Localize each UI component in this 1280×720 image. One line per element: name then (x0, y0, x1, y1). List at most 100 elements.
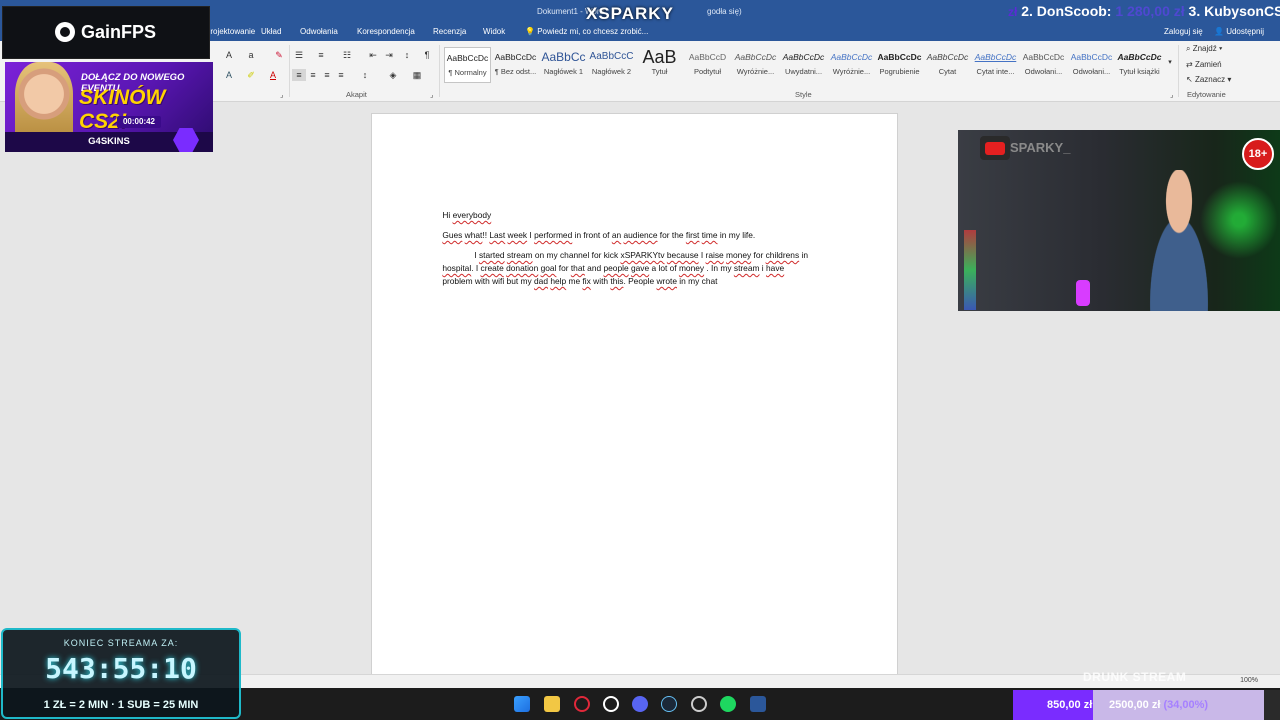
sign-in-link[interactable]: Zaloguj się (1164, 27, 1203, 36)
style-name: Wyróżnie... (832, 67, 871, 76)
file-explorer-icon[interactable] (544, 696, 560, 712)
paragraph-dialog-launcher[interactable]: ⌟ (430, 90, 434, 99)
select-label: Zaznacz (1194, 75, 1226, 84)
align-center-icon[interactable]: ≡ (306, 69, 320, 81)
goal-target-amount: 2500,00 zł (1109, 699, 1161, 711)
document-page[interactable]: Hi everybody Gues what!! Last week I per… (371, 113, 898, 679)
style-book-title[interactable]: AaBbCcDc Tytuł książki (1116, 47, 1163, 83)
replace-button[interactable]: ⇄ Zamień (1186, 60, 1222, 69)
style-subtitle[interactable]: AaBbCcD Podtytuł (684, 47, 731, 83)
justify-icon[interactable]: ≡ (334, 69, 348, 81)
tab-view[interactable]: Widok (483, 27, 505, 36)
text: . People (623, 276, 657, 286)
numbering-icon[interactable]: ≡ (314, 49, 328, 61)
style-heading-1[interactable]: AaBbCc Nagłówek 1 (540, 47, 587, 83)
tab-layout[interactable]: Układ (261, 27, 281, 36)
pilcrow-icon[interactable]: ¶ (420, 49, 434, 61)
style-name: Pogrubienie (879, 67, 920, 76)
shading-icon[interactable]: ◈ (386, 69, 400, 81)
style-strong[interactable]: AaBbCcDc Pogrubienie (876, 47, 923, 83)
style-intense-reference[interactable]: AaBbCcDc Odwołani... (1068, 47, 1115, 83)
goal-current: 850,00 zł (1047, 699, 1093, 711)
multilevel-list-icon[interactable]: ☷ (340, 49, 354, 61)
style-preview: AaBbCcDc (1022, 52, 1065, 62)
style-quote[interactable]: AaBbCcDc Cytat (924, 47, 971, 83)
steam-icon[interactable] (661, 696, 677, 712)
zoom-level[interactable]: 100% (1240, 677, 1258, 684)
font-color-icon[interactable]: A (266, 69, 280, 81)
misspelled-word: wrote (656, 276, 677, 286)
style-subtle-emphasis[interactable]: AaBbCcDc Wyróżnie... (732, 47, 779, 83)
style-emphasis[interactable]: AaBbCcDc Uwydatni... (780, 47, 827, 83)
steelseries-icon[interactable] (603, 696, 619, 712)
tell-me-text: Powiedz mi, co chcesz zrobić... (537, 27, 649, 36)
style-name: Wyróżnie... (736, 67, 775, 76)
style-heading-2[interactable]: AaBbCcC Nagłówek 2 (588, 47, 635, 83)
style-title[interactable]: AaB Tytuł (636, 47, 683, 83)
paragraph-3-line-3: problem with wifi but my dad help me fix… (433, 262, 717, 301)
countdown-time: 543:55:10 (45, 652, 197, 685)
style-preview: AaBbCcDc (877, 52, 922, 62)
tab-design[interactable]: Projektowanie (205, 27, 255, 36)
windows-start-icon[interactable] (514, 696, 530, 712)
separator (289, 45, 290, 97)
style-preview: AaBbCcDc (926, 52, 969, 62)
style-preview: AaB (642, 47, 677, 67)
line-spacing-icon[interactable]: ↕ (358, 69, 372, 81)
style-no-spacing[interactable]: AaBbCcDc ¶ Bez odst... (492, 47, 539, 83)
sort-icon[interactable]: ↕ (400, 49, 414, 61)
eraser-icon[interactable]: ✎ (272, 49, 286, 61)
separator (1178, 45, 1179, 97)
discord-icon[interactable] (632, 696, 648, 712)
style-normal[interactable]: AaBbCcDc ¶ Normalny (444, 47, 491, 83)
tab-review[interactable]: Recenzja (433, 27, 466, 36)
style-preview: AaBbCcDc (1070, 52, 1113, 62)
text: me (566, 276, 583, 286)
align-left-icon[interactable]: ≡ (292, 69, 306, 81)
style-subtle-reference[interactable]: AaBbCcDc Odwołani... (1020, 47, 1067, 83)
chevron-down-icon: ▾ (1216, 44, 1223, 53)
donation-ticker: zł 2. DonScoob: 1 280,00 zł 3. KubysonCS (1008, 3, 1280, 19)
borders-icon[interactable]: ▦ (410, 69, 424, 81)
share-button[interactable]: 👤 Udostępnij (1214, 27, 1264, 36)
obs-icon[interactable] (691, 696, 707, 712)
tab-mailings[interactable]: Korespondencja (357, 27, 415, 36)
spotify-icon[interactable] (720, 696, 736, 712)
select-button[interactable]: ↖ Zaznacz ▾ (1186, 75, 1231, 84)
styles-dialog-launcher[interactable]: ⌟ (1170, 90, 1174, 99)
clear-format-icon[interactable]: A (222, 49, 236, 61)
search-icon: ⌕ (1186, 44, 1193, 53)
font-dialog-launcher[interactable]: ⌟ (280, 90, 284, 99)
word-icon[interactable] (750, 696, 766, 712)
bullets-icon[interactable]: ☰ (292, 49, 306, 61)
style-preview: AaBbCcDc (446, 53, 489, 63)
misspelled-word: this (610, 276, 624, 286)
style-preview: AaBbCcDc (1117, 52, 1162, 62)
style-intense-emphasis[interactable]: AaBbCcDc Wyróżnie... (828, 47, 875, 83)
banner-timer: 00:00:42 (117, 116, 161, 128)
style-preview: AaBbCcD (688, 52, 727, 62)
style-name: ¶ Bez odst... (494, 67, 537, 76)
opera-icon[interactable] (574, 696, 590, 712)
styles-scroll-icon[interactable]: ▾ (1163, 57, 1177, 69)
tell-me-search[interactable]: 💡 Powiedz mi, co chcesz zrobić... (525, 27, 648, 36)
shrink-font-icon[interactable]: a (244, 49, 258, 61)
align-right-icon[interactable]: ≡ (320, 69, 334, 81)
replace-label: Zamień (1194, 60, 1222, 69)
text-effects-icon[interactable]: A (222, 69, 236, 81)
group-styles-label: Style (795, 90, 812, 99)
style-name: Uwydatni... (784, 67, 823, 76)
goal-percent: (34,00%) (1163, 699, 1209, 711)
tab-references[interactable]: Odwołania (300, 27, 338, 36)
text: problem with wifi but my (442, 276, 534, 286)
misspelled-word: Gues (442, 230, 463, 240)
overlay-name: XSPARKY (586, 4, 674, 23)
gainfps-text: GainFPS (81, 22, 157, 42)
increase-indent-icon[interactable]: ⇥ (382, 49, 396, 61)
style-name: Odwołani... (1024, 67, 1063, 76)
rgb-pc-image (964, 230, 976, 310)
highlight-icon[interactable]: ✐ (244, 69, 258, 81)
find-button[interactable]: ⌕ Znajdź ▾ (1186, 44, 1222, 54)
style-intense-quote[interactable]: AaBbCcDc Cytat inte... (972, 47, 1019, 83)
decrease-indent-icon[interactable]: ⇤ (366, 49, 380, 61)
